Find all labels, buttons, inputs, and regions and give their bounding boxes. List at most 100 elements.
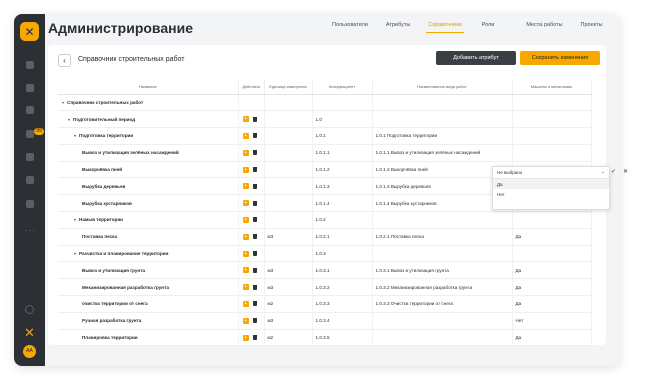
add-child-icon[interactable]: + xyxy=(242,216,249,223)
tab-projects[interactable]: Проекты xyxy=(579,22,605,33)
row-machinery-cell[interactable]: Да xyxy=(512,329,592,347)
calendar-icon[interactable] xyxy=(26,153,34,161)
trash-icon[interactable] xyxy=(252,150,257,156)
trash-icon[interactable] xyxy=(252,234,257,240)
card-title: Справочник строительных работ xyxy=(78,56,185,63)
row-actions-cell: + xyxy=(238,177,265,196)
add-child-icon[interactable]: + xyxy=(242,334,249,341)
add-child-icon[interactable]: + xyxy=(242,317,249,324)
add-child-icon[interactable]: + xyxy=(242,233,249,240)
add-child-icon[interactable]: + xyxy=(242,284,249,291)
trash-icon[interactable] xyxy=(252,284,257,290)
row-actions-cell: + xyxy=(238,144,265,162)
expand-caret-icon[interactable]: ▾ xyxy=(62,100,64,105)
trash-icon[interactable] xyxy=(252,267,257,273)
trash-icon[interactable] xyxy=(252,318,257,324)
row-unit-cell: м2 xyxy=(264,329,313,347)
row-machinery-cell[interactable] xyxy=(512,127,592,145)
sidebar: ✕ 99 ··· ✕ AA xyxy=(14,14,45,366)
report-icon[interactable] xyxy=(26,176,34,184)
tab-workplaces[interactable]: Места работы xyxy=(524,22,564,33)
table-row[interactable]: очистка территории от снега + м2 1.0.3.3 1.0… xyxy=(58,295,592,313)
row-machinery-cell[interactable]: Да xyxy=(512,278,592,297)
trash-icon[interactable] xyxy=(252,167,257,173)
row-work-type-cell xyxy=(372,110,513,129)
table-row[interactable]: Вывоз и утилизация зелёных насаждений +1.… xyxy=(58,144,592,162)
add-child-icon[interactable]: + xyxy=(242,166,249,173)
add-child-icon[interactable]: + xyxy=(242,183,249,190)
tab-roles[interactable]: Роли xyxy=(480,22,497,33)
row-machinery-cell[interactable]: Да xyxy=(512,261,592,280)
trash-icon[interactable] xyxy=(252,217,257,223)
back-button[interactable]: ‹ xyxy=(58,54,71,67)
tasks-icon[interactable] xyxy=(26,130,34,138)
more-icon[interactable]: ··· xyxy=(24,225,36,235)
table-row[interactable]: ▾ Намыв территории +1.0.2 xyxy=(58,211,592,229)
cancel-icon[interactable]: ✕ xyxy=(623,168,628,175)
chevron-down-icon[interactable]: ⌄ xyxy=(601,169,605,175)
machinery-select-dropdown[interactable]: Не выбрано ⌄ Да Нет xyxy=(492,166,610,210)
video-icon[interactable] xyxy=(26,61,34,69)
select-current-value[interactable]: Не выбрано ⌄ xyxy=(493,167,609,179)
add-child-icon[interactable]: + xyxy=(242,116,249,123)
trash-icon[interactable] xyxy=(252,251,257,257)
row-machinery-cell[interactable] xyxy=(512,144,592,162)
trash-icon[interactable] xyxy=(252,301,257,307)
add-child-icon[interactable]: + xyxy=(242,300,249,307)
table-row[interactable]: Ручная разработка грунта + м3 1.0.3.4 Нет xyxy=(58,312,592,330)
add-child-icon[interactable]: + xyxy=(242,149,249,156)
add-child-icon[interactable]: + xyxy=(242,250,249,257)
row-machinery-cell[interactable] xyxy=(512,211,592,229)
trash-icon[interactable] xyxy=(252,183,257,189)
expand-caret-icon[interactable]: ▾ xyxy=(74,217,76,222)
select-option-yes[interactable]: Да xyxy=(493,179,609,189)
help-icon[interactable] xyxy=(25,305,34,314)
trash-icon[interactable] xyxy=(252,335,257,341)
expand-caret-icon[interactable]: ▾ xyxy=(74,251,76,256)
expand-caret-icon[interactable]: ▾ xyxy=(68,117,70,122)
save-changes-button[interactable]: Сохранить изменения xyxy=(520,51,600,65)
table-row[interactable]: Вывоз и утилизация грунта + м3 1.0.3.1 1.0.3… xyxy=(58,261,592,280)
add-child-icon[interactable]: + xyxy=(242,267,249,274)
add-child-icon[interactable]: + xyxy=(242,132,249,139)
row-work-type-cell: 1.0.1.3 Вырубка деревьев xyxy=(372,177,513,196)
building-icon[interactable] xyxy=(26,200,34,208)
trash-icon[interactable] xyxy=(252,116,257,122)
row-name-cell: Вывоз и утилизация грунта xyxy=(58,261,239,280)
tab-directories[interactable]: Справочники xyxy=(426,22,464,33)
document-icon[interactable] xyxy=(26,84,34,92)
add-child-icon[interactable]: + xyxy=(242,200,249,207)
row-machinery-cell[interactable] xyxy=(512,245,592,263)
column-header-code: Коэффициент xyxy=(312,79,373,95)
row-machinery-cell[interactable]: Нет xyxy=(512,312,592,330)
avatar[interactable]: AA xyxy=(23,345,36,358)
clipboard-icon[interactable] xyxy=(26,106,34,114)
confirm-icon[interactable]: ✓ xyxy=(611,168,616,175)
table-row[interactable]: ▾ Подготовка территории +1.0.1 1.0.1 Подгот… xyxy=(58,127,592,145)
column-header-unit: Единица измерения xyxy=(264,79,313,95)
row-name-label: Поставка песка xyxy=(82,234,118,240)
trash-icon[interactable] xyxy=(252,133,257,139)
app-logo-icon[interactable]: ✕ xyxy=(20,22,39,41)
table-row[interactable]: ▾ Расчистка и планирование территории +1.0… xyxy=(58,245,592,263)
table-row[interactable]: Поставка песка + м3 1.0.2.1 1.0.2.1 Поставка… xyxy=(58,228,592,246)
row-machinery-cell[interactable]: Да xyxy=(512,295,592,313)
trash-icon[interactable] xyxy=(252,200,257,206)
row-machinery-cell[interactable] xyxy=(512,110,592,129)
add-attribute-button[interactable]: Добавить атрибут xyxy=(436,51,516,65)
expand-caret-icon[interactable]: ▾ xyxy=(74,133,76,138)
row-actions-cell: + xyxy=(238,161,265,179)
row-name-cell: Механизированная разработка грунта xyxy=(58,278,239,297)
tab-users[interactable]: Пользователи xyxy=(330,22,370,33)
row-machinery-cell[interactable] xyxy=(512,94,592,112)
row-work-type-cell: 1.0.1.4 Вырубка кустарников xyxy=(372,194,513,213)
table-row[interactable]: ▾ Справочник строительных работ xyxy=(58,94,592,112)
table-row[interactable]: ▾ Подготовительный период +1.0 xyxy=(58,110,592,129)
table-row[interactable]: Механизированная разработка грунта + м3 1.0… xyxy=(58,278,592,297)
select-option-no[interactable]: Нет xyxy=(493,189,609,199)
row-machinery-cell[interactable]: Да xyxy=(512,228,592,246)
tab-attributes[interactable]: Атрибуты xyxy=(384,22,412,33)
column-header-name: Название xyxy=(58,79,239,95)
table-row[interactable]: Планировка территории + м2 1.0.3.5 Да xyxy=(58,329,592,347)
row-work-type-cell: 1.0.3.1 Вывоз и утилизация грунта xyxy=(372,261,513,280)
